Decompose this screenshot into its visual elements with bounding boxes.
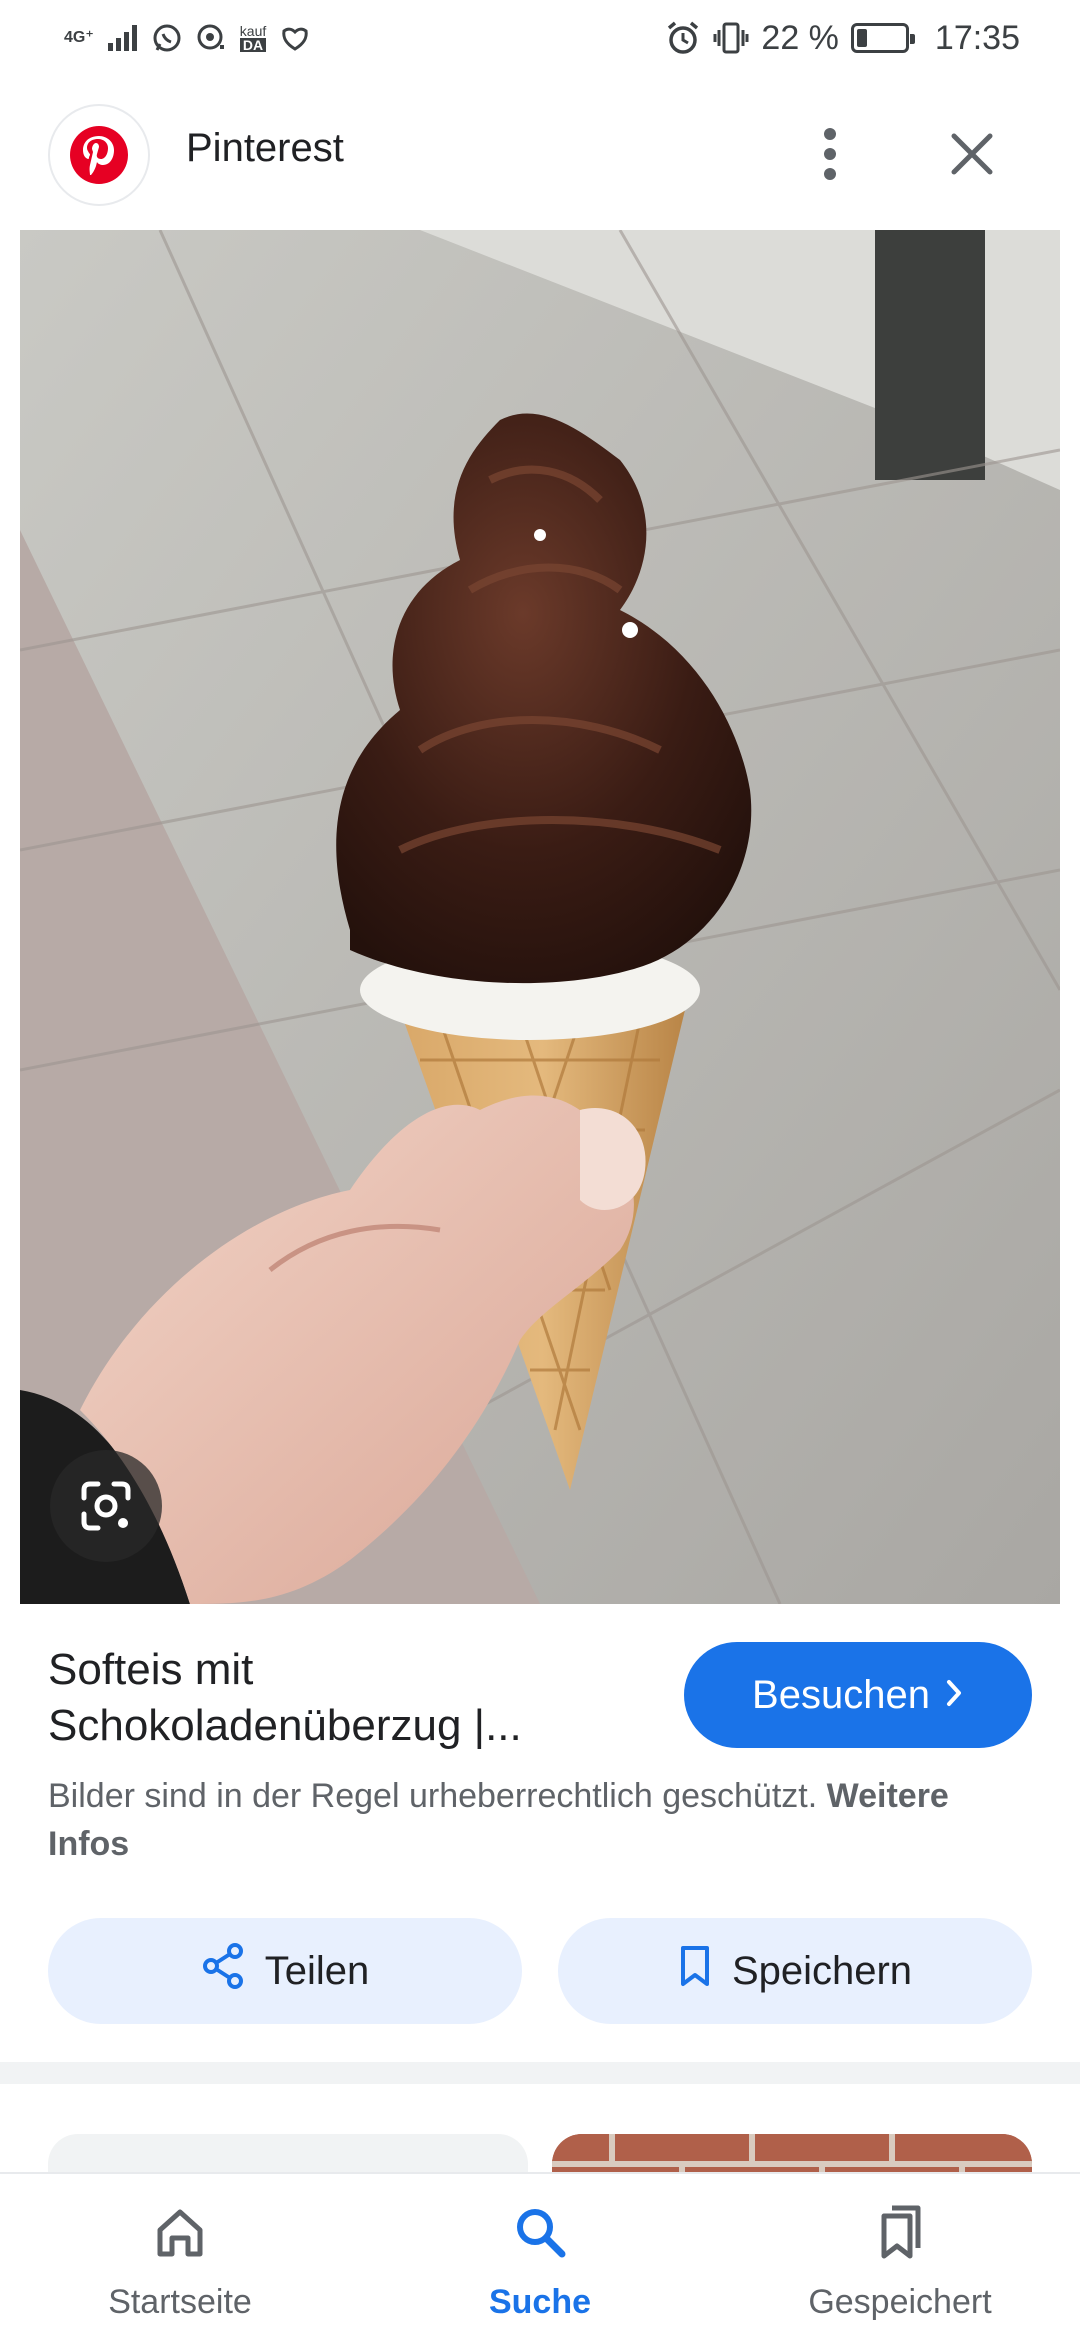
source-title: Pinterest (186, 126, 344, 170)
chevron-right-icon (944, 1673, 964, 1718)
visit-button[interactable]: Besuchen (684, 1642, 1032, 1748)
section-divider (0, 2062, 1080, 2084)
shield-heart-icon (280, 23, 310, 53)
save-button-label: Speichern (731, 1948, 913, 1993)
pinterest-logo-icon (70, 126, 128, 184)
network-indicator: 4G⁺ (64, 29, 94, 46)
copyright-notice: Bilder sind in der Regel urheberrechtlic… (48, 1772, 1038, 1868)
result-image[interactable] (20, 230, 1060, 1604)
result-title[interactable]: Softeis mit Schokoladenüberzug |... (48, 1642, 648, 1754)
status-time: 17:35 (934, 18, 1020, 57)
bookmark-icon (678, 1944, 712, 1998)
save-button[interactable]: Speichern (558, 1918, 1032, 2024)
nav-home[interactable]: Startseite (0, 2174, 360, 2340)
more-vert-icon[interactable] (800, 122, 860, 186)
share-button-label: Teilen (264, 1948, 370, 1993)
nav-search-label: Suche (488, 2283, 592, 2321)
pinterest-logo[interactable] (48, 104, 150, 206)
visit-button-label: Besuchen (752, 1672, 930, 1717)
battery-icon (850, 23, 915, 53)
bottom-navigation: Startseite Suche Gespeichert (0, 2172, 1080, 2340)
signal-icon (107, 25, 138, 51)
close-icon[interactable] (940, 122, 1004, 186)
whatsapp-icon (152, 23, 182, 53)
nav-search[interactable]: Suche (360, 2174, 720, 2340)
copyright-text: Bilder sind in der Regel urheberrechtlic… (48, 1777, 818, 1815)
bookmarks-icon (872, 2204, 928, 2269)
ice-cream-photo (20, 230, 1060, 1604)
battery-fill (856, 29, 867, 47)
home-icon (152, 2204, 208, 2269)
share-icon (201, 1942, 245, 2000)
status-left: 4G⁺ kauf DA (64, 23, 310, 53)
status-right: 22 % 17:35 (665, 19, 1020, 58)
nav-home-label: Startseite (108, 2283, 252, 2321)
app-header: Pinterest (0, 76, 1080, 230)
status-bar: 4G⁺ kauf DA 22 % 17:35 (0, 0, 1080, 76)
battery-percent: 22 % (761, 18, 839, 57)
share-button[interactable]: Teilen (48, 1918, 522, 2024)
camera-notification-icon (196, 23, 226, 53)
alarm-icon (665, 20, 701, 56)
kaufda-top-label: kauf (239, 23, 267, 39)
kaufda-icon: kauf DA (240, 24, 266, 52)
vibrate-icon (713, 20, 749, 56)
google-lens-icon[interactable] (50, 1450, 162, 1562)
nav-saved-label: Gespeichert (808, 2283, 992, 2321)
kaufda-bottom-label: DA (239, 38, 267, 52)
nav-saved[interactable]: Gespeichert (720, 2174, 1080, 2340)
search-icon (512, 2204, 568, 2269)
